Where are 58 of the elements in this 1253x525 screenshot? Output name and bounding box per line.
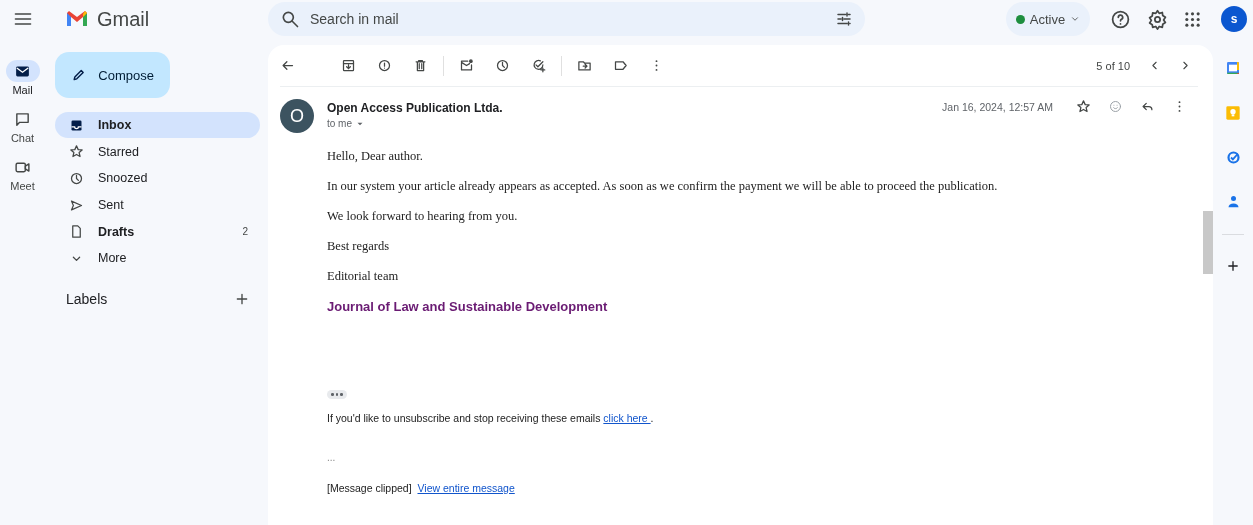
- filter-sliders-icon[interactable]: [835, 10, 853, 28]
- caret-icon: [1070, 14, 1081, 24]
- calendar-icon[interactable]: [1225, 60, 1241, 76]
- plus-icon[interactable]: [1225, 258, 1241, 274]
- apps-grid-icon[interactable]: [1184, 10, 1201, 28]
- folder-item[interactable]: Starred: [55, 138, 260, 165]
- rail-item[interactable]: Meet: [5, 156, 40, 192]
- search-bar[interactable]: Search in mail: [268, 2, 865, 36]
- folder-item[interactable]: Inbox: [55, 112, 260, 138]
- star-icon[interactable]: [1076, 99, 1091, 114]
- count: 2: [242, 226, 248, 238]
- sender-avatar: O: [280, 99, 314, 133]
- unsubscribe-link[interactable]: click here: [603, 412, 651, 424]
- clock-icon[interactable]: [495, 58, 510, 73]
- folder-arrow-icon[interactable]: [577, 58, 592, 73]
- view-entire-message-link[interactable]: View entire message: [417, 482, 515, 494]
- scrollbar-thumb[interactable]: [1203, 211, 1213, 274]
- sender-name: Open Access Publication Ltda.: [327, 101, 504, 115]
- trash-icon[interactable]: [413, 58, 428, 73]
- signature: Journal of Law and Sustainable Development: [327, 299, 609, 314]
- star-icon: [69, 144, 84, 160]
- exclamation-icon[interactable]: [377, 58, 392, 73]
- recipient-label: to me: [327, 118, 352, 129]
- check-plus-icon[interactable]: [531, 58, 546, 73]
- search-icon: [280, 9, 300, 29]
- chat-bubble-icon: [14, 110, 31, 128]
- arrow-left-icon[interactable]: [280, 58, 295, 73]
- body-paragraph: Best regards: [327, 239, 391, 254]
- body-paragraph: In our system your article already appears as accepted. As soon as we confirm the payment we will be able to proceed the publication.: [327, 179, 999, 194]
- folder-item[interactable]: Snoozed: [55, 165, 260, 192]
- body-paragraph: Editorial team: [327, 269, 400, 284]
- message-date: Jan 16, 2024, 12:57 AM: [942, 101, 1053, 113]
- envelope-dot-icon[interactable]: [459, 58, 474, 73]
- account-avatar[interactable]: s: [1221, 6, 1247, 32]
- ellipsis-text: ...: [327, 452, 337, 463]
- unsubscribe-note: If you'd like to unsubscribe and stop receiving these emails click here .: [327, 412, 655, 424]
- body-paragraph: Hello, Dear author.: [327, 149, 424, 164]
- folder-item[interactable]: More: [55, 245, 260, 272]
- rail-item[interactable]: Chat: [5, 108, 40, 144]
- folder-item[interactable]: Drafts 2: [55, 218, 260, 245]
- settings-icon[interactable]: [1147, 8, 1168, 30]
- app-name: Gmail: [97, 7, 150, 31]
- status-button[interactable]: Active: [1006, 2, 1090, 36]
- folder-item[interactable]: Sent: [55, 192, 260, 219]
- labels-heading: Labels: [66, 291, 108, 308]
- check-circle-icon[interactable]: [1225, 150, 1241, 165]
- body-paragraph: We look forward to hearing from you.: [327, 209, 519, 224]
- clipped-note: [Message clipped]: [327, 482, 412, 494]
- label-icon[interactable]: [613, 58, 628, 73]
- compose-button[interactable]: Compose: [55, 52, 170, 98]
- show-trimmed-button[interactable]: [327, 390, 347, 399]
- send-icon: [69, 197, 84, 213]
- pagination-count: 5 of 10: [1096, 59, 1130, 72]
- help-icon[interactable]: [1110, 8, 1131, 30]
- document-icon: [69, 224, 84, 240]
- archive-icon[interactable]: [341, 58, 356, 73]
- search-field[interactable]: Search in mail: [308, 10, 827, 28]
- clock-icon: [69, 170, 84, 186]
